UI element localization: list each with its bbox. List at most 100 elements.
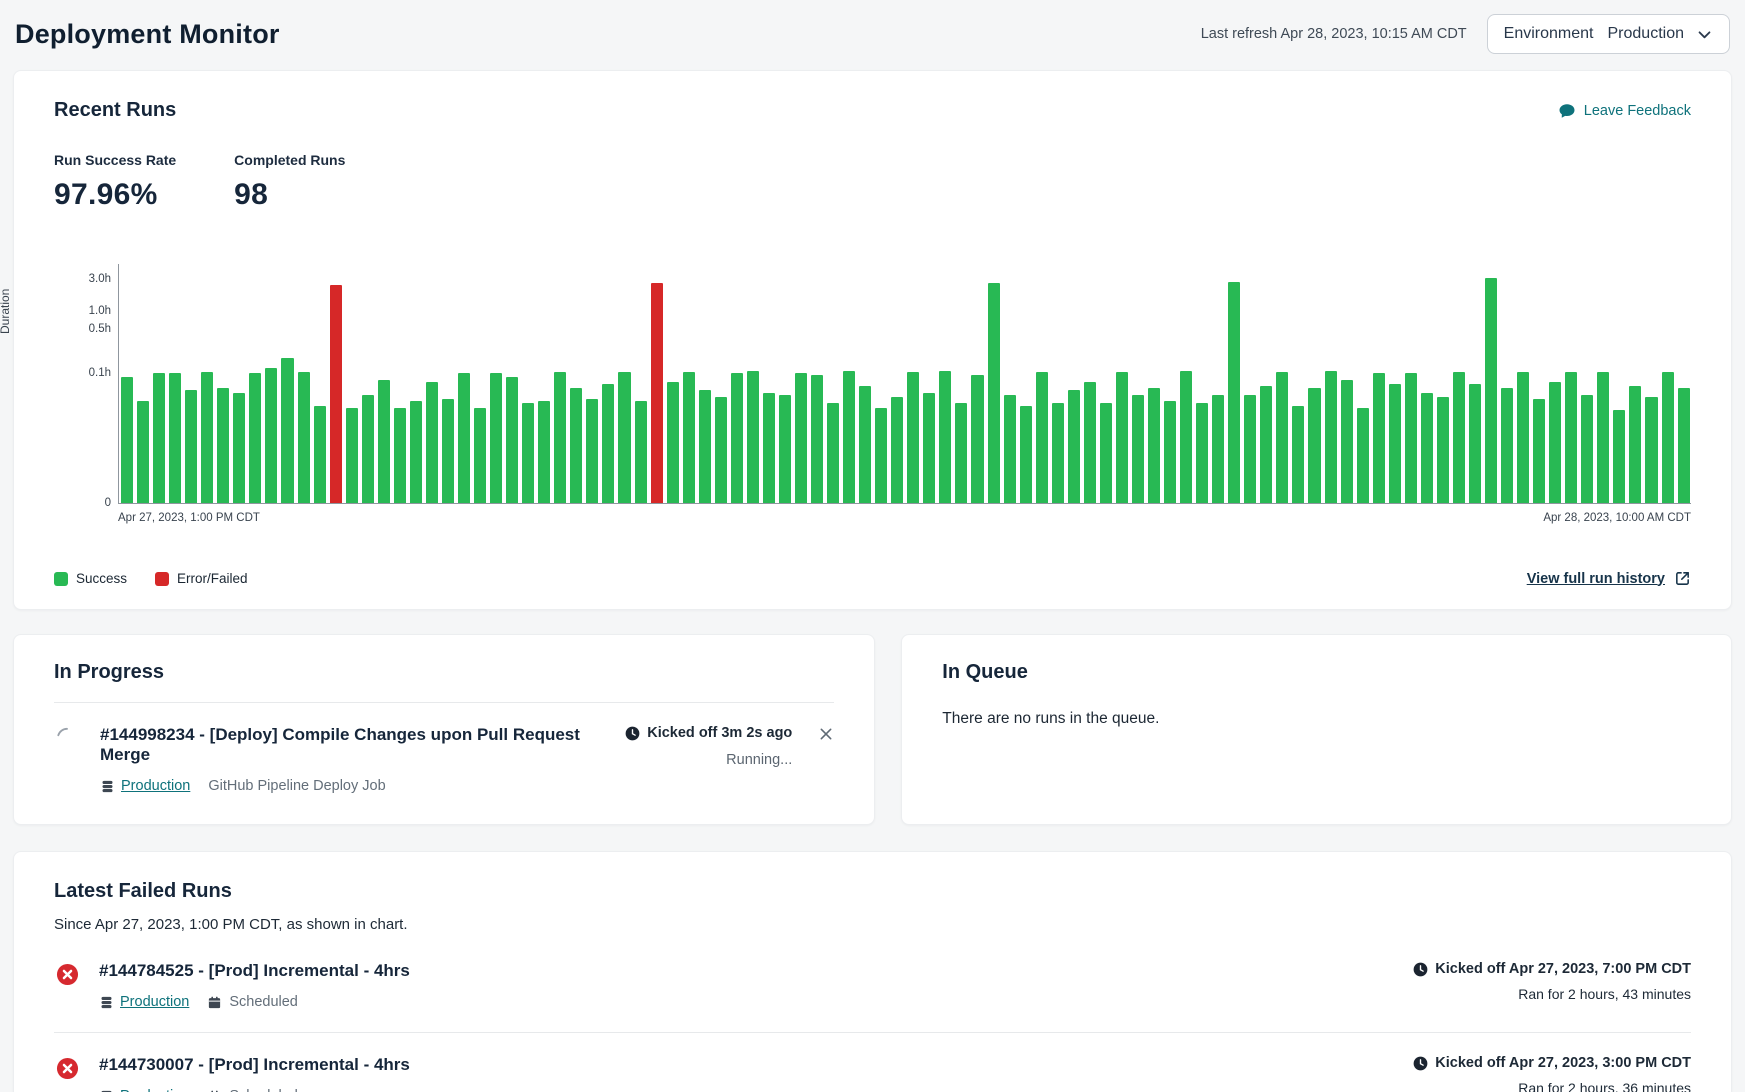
chart-bar[interactable] <box>586 399 598 503</box>
chart-bar[interactable] <box>185 390 197 503</box>
environment-link[interactable]: Production <box>99 1088 189 1092</box>
environment-link[interactable]: Production <box>99 994 189 1010</box>
chart-bar[interactable] <box>907 372 919 503</box>
chart-bar[interactable] <box>779 395 791 503</box>
chart-bar[interactable] <box>1597 372 1609 503</box>
chart-bar[interactable] <box>1357 408 1369 503</box>
chart-bar[interactable] <box>747 371 759 503</box>
chart-bar[interactable] <box>811 375 823 503</box>
chart-bar[interactable] <box>1662 372 1674 503</box>
chart-bar[interactable] <box>1292 406 1304 503</box>
chart-bar[interactable] <box>1501 388 1513 503</box>
chart-bar[interactable] <box>1373 373 1385 503</box>
chart-bar[interactable] <box>939 371 951 503</box>
chart-bar[interactable] <box>1405 373 1417 503</box>
chart-bar[interactable] <box>346 408 358 503</box>
chart-bar[interactable] <box>137 401 149 503</box>
chart-bar[interactable] <box>1196 403 1208 503</box>
chart-bar[interactable] <box>1132 395 1144 503</box>
chart-bar[interactable] <box>1581 395 1593 503</box>
chart-bar[interactable] <box>442 399 454 503</box>
view-full-run-history-link[interactable]: View full run history <box>1527 570 1691 587</box>
chart-bar[interactable] <box>955 403 967 503</box>
chart-bar[interactable] <box>554 372 566 503</box>
chart-bar[interactable] <box>795 373 807 503</box>
chart-bar[interactable] <box>1645 397 1657 503</box>
chart-bar[interactable] <box>1212 395 1224 503</box>
chart-bar[interactable] <box>298 372 310 503</box>
chart-bar[interactable] <box>635 401 647 503</box>
chart-bar[interactable] <box>971 375 983 503</box>
chart-bar[interactable] <box>538 401 550 503</box>
chart-bar[interactable] <box>1308 388 1320 503</box>
chart-bar[interactable] <box>859 386 871 503</box>
chart-bar[interactable] <box>1084 382 1096 503</box>
chart-bar[interactable] <box>233 393 245 503</box>
chart-bar[interactable] <box>362 395 374 503</box>
chart-bar[interactable] <box>1453 372 1465 503</box>
leave-feedback-link[interactable]: Leave Feedback <box>1558 102 1691 120</box>
chart-bar[interactable] <box>618 372 630 503</box>
chart-bar[interactable] <box>602 384 614 503</box>
chart-bar[interactable] <box>121 377 133 503</box>
chart-bar[interactable] <box>1260 386 1272 503</box>
chart-bar[interactable] <box>1613 410 1625 503</box>
chart-bar[interactable] <box>715 397 727 503</box>
chart-bar[interactable] <box>490 373 502 503</box>
chart-bar[interactable] <box>249 373 261 503</box>
chart-bar[interactable] <box>1533 399 1545 503</box>
chart-bar[interactable] <box>1228 282 1240 503</box>
chart-bar[interactable] <box>1052 403 1064 503</box>
chart-bar[interactable] <box>1629 386 1641 503</box>
chart-bar[interactable] <box>1517 372 1529 503</box>
chart-bar[interactable] <box>522 403 534 503</box>
chart-bar[interactable] <box>314 406 326 503</box>
chart-bar[interactable] <box>763 393 775 503</box>
chart-bar[interactable] <box>1437 397 1449 503</box>
chart-bar[interactable] <box>731 373 743 503</box>
chart-bar[interactable] <box>667 382 679 503</box>
chart-bar[interactable] <box>1485 278 1497 503</box>
chart-bar[interactable] <box>378 380 390 503</box>
chart-bar[interactable] <box>651 283 663 503</box>
chart-bar[interactable] <box>1565 372 1577 503</box>
chart-bar[interactable] <box>1100 403 1112 503</box>
chart-bar[interactable] <box>1148 388 1160 503</box>
chart-bar[interactable] <box>891 397 903 503</box>
chart-bar[interactable] <box>153 373 165 503</box>
chart-bar[interactable] <box>265 368 277 503</box>
chart-bar[interactable] <box>570 388 582 503</box>
chart-bar[interactable] <box>217 388 229 503</box>
chart-bar[interactable] <box>426 382 438 503</box>
chart-bar[interactable] <box>1244 395 1256 503</box>
chart-bar[interactable] <box>1678 388 1690 503</box>
environment-link[interactable]: Production <box>100 778 190 794</box>
chart-bar[interactable] <box>474 408 486 503</box>
chart-bar[interactable] <box>1004 395 1016 503</box>
chart-bar[interactable] <box>1325 371 1337 503</box>
chart-bar[interactable] <box>410 401 422 503</box>
chart-bar[interactable] <box>1180 371 1192 503</box>
chart-bar[interactable] <box>394 408 406 503</box>
chart-bar[interactable] <box>923 393 935 503</box>
chart-bar[interactable] <box>683 372 695 503</box>
chart-bar[interactable] <box>1068 390 1080 503</box>
chart-bar[interactable] <box>1469 384 1481 503</box>
chart-bar[interactable] <box>699 390 711 503</box>
chart-bar[interactable] <box>1020 406 1032 503</box>
chart-bar[interactable] <box>281 358 293 503</box>
chart-bar[interactable] <box>1276 372 1288 503</box>
close-icon[interactable] <box>818 726 834 742</box>
chart-bar[interactable] <box>843 371 855 503</box>
chart-bar[interactable] <box>169 373 181 503</box>
chart-bar[interactable] <box>330 285 342 503</box>
chart-bar[interactable] <box>1341 380 1353 503</box>
chart-bar[interactable] <box>201 372 213 503</box>
chart-bar[interactable] <box>1421 393 1433 503</box>
chart-bar[interactable] <box>458 373 470 503</box>
chart-bar[interactable] <box>1549 382 1561 503</box>
chart-bar[interactable] <box>875 408 887 503</box>
chart-bar[interactable] <box>1036 372 1048 503</box>
chart-bar[interactable] <box>1164 401 1176 503</box>
chart-bar[interactable] <box>506 377 518 503</box>
